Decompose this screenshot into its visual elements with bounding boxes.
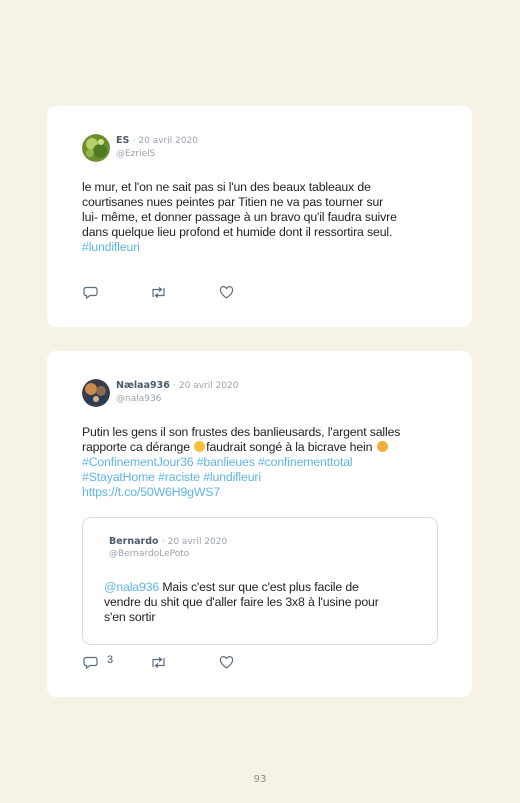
quoted-tweet-date: · 20 avril 2020	[161, 537, 228, 547]
retweet-icon[interactable]	[150, 284, 167, 303]
hashtag-link[interactable]: #lundifleuri	[82, 240, 397, 255]
quoted-tweet-text: @nala936 Mais c'est sur que c'est plus f…	[104, 580, 379, 625]
tweet-line: @nala936 Mais c'est sur que c'est plus f…	[104, 580, 379, 595]
shushing-face-emoji-icon	[194, 441, 206, 452]
tweet-card: ES · 20 avril 2020 @EzrielS le mur, et l…	[47, 106, 472, 327]
author-handle[interactable]: @EzrielS	[116, 149, 155, 159]
page-number: 93	[253, 774, 267, 785]
avatar[interactable]	[82, 379, 110, 407]
tweet-line: le mur, et l'on ne sait pas si l'un des …	[82, 180, 371, 194]
tweet-date: · 20 avril 2020	[132, 136, 198, 146]
quoted-author-handle[interactable]: @BernardoLePoto	[109, 549, 189, 559]
mention-link[interactable]: @nala936	[104, 580, 159, 594]
tweet-text-segment: faudrait songé à la bicrave hein	[206, 440, 376, 454]
tweet-line: s'en sortir	[104, 610, 156, 624]
tweet-line: dans quelque lieu profond et humide dont…	[82, 225, 393, 239]
tweet-line: courtisanes nues peintes par Titien ne v…	[82, 195, 384, 209]
quoted-tweet[interactable]: Bernardo · 20 avril 2020 @BernardoLePoto…	[82, 517, 438, 645]
author-name[interactable]: ES · 20 avril 2020	[116, 135, 198, 146]
tweet-text: Putin les gens il son frustes des banlie…	[82, 425, 400, 500]
tweet-date: · 20 avril 2020	[173, 381, 239, 391]
tweet-line: lui- même, et donner passage à un bravo …	[82, 210, 397, 224]
quoted-author-name[interactable]: Bernardo · 20 avril 2020	[109, 536, 227, 547]
reply-count: 3	[107, 654, 114, 666]
retweet-icon[interactable]	[150, 654, 167, 673]
avatar[interactable]	[82, 134, 110, 162]
reply-icon[interactable]	[83, 284, 98, 303]
tweet-line: vendre du shit que d'aller faire les 3x8…	[104, 595, 379, 609]
tweet-text-segment: rapporte ca dérange	[82, 440, 194, 454]
like-icon[interactable]	[219, 654, 234, 673]
reply-icon[interactable]	[83, 654, 98, 673]
tweet-text: le mur, et l'on ne sait pas si l'un des …	[82, 180, 397, 255]
author-name[interactable]: Nælaa936 · 20 avril 2020	[116, 380, 238, 391]
author-handle[interactable]: @nala936	[116, 394, 161, 404]
tweet-card: Nælaa936 · 20 avril 2020 @nala936 Putin …	[47, 351, 472, 697]
author-name-text: ES	[116, 135, 130, 146]
hashtag-links[interactable]: #ConfinementJour36 #banlieues #confineme…	[82, 455, 400, 470]
flushed-face-emoji-icon	[376, 441, 388, 452]
like-icon[interactable]	[219, 284, 234, 303]
hashtag-links[interactable]: #StayatHome #raciste #lundifleuri	[82, 470, 400, 485]
tweet-line: Putin les gens il son frustes des banlie…	[82, 425, 401, 439]
quoted-author-name-text: Bernardo	[109, 536, 159, 547]
tweet-url-link[interactable]: https://t.co/50W6H9gWS7	[82, 485, 400, 500]
author-name-text: Nælaa936	[116, 380, 170, 391]
tweet-text-segment: Mais c'est sur que c'est plus facile de	[159, 580, 359, 594]
tweet-line: rapporte ca dérange faudrait songé à la …	[82, 440, 400, 455]
